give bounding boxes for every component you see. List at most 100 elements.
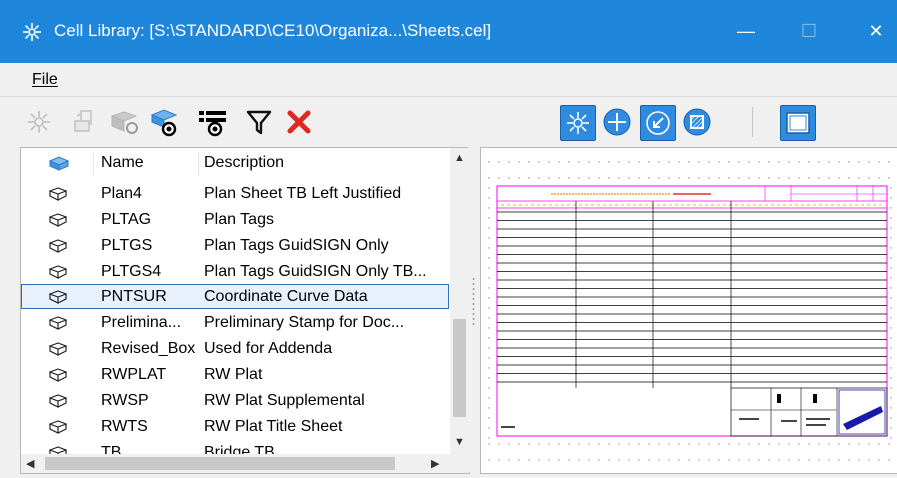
maximize-button[interactable]: ☐ (791, 14, 827, 48)
grid-dot (890, 427, 892, 429)
cell-icon (48, 368, 68, 382)
grid-dot (890, 237, 892, 239)
cell-icon (48, 213, 68, 227)
place-cell-icon[interactable] (22, 105, 56, 139)
cell-name: Prelimina... (101, 314, 182, 331)
list-item[interactable]: Revised_Box Used for Addenda (21, 336, 449, 362)
scroll-right-arrow-icon[interactable]: ▶ (431, 457, 439, 470)
column-separator[interactable] (93, 152, 94, 176)
cell-name: PLTAG (101, 211, 152, 228)
cell-description: Used for Addenda (204, 340, 333, 357)
grid-dot (618, 459, 620, 461)
list-item[interactable]: RWSP RW Plat Supplemental (21, 388, 449, 414)
grid-dot (888, 161, 890, 163)
active-pattern-icon[interactable] (680, 105, 714, 139)
menu-file[interactable]: File (32, 71, 58, 89)
list-item-selected[interactable]: PNTSUR Coordinate Curve Data (21, 284, 449, 309)
grid-dot (608, 177, 610, 179)
grid-dot (488, 347, 490, 349)
grid-dot (890, 277, 892, 279)
active-placement-icon[interactable] (560, 105, 596, 141)
vertical-scroll-thumb[interactable] (453, 319, 466, 417)
pane-splitter[interactable] (468, 147, 479, 472)
grid-dot (578, 459, 580, 461)
grid-dot (568, 177, 570, 179)
list-item[interactable]: Plan4 Plan Sheet TB Left Justified (21, 181, 449, 207)
grid-dot (768, 177, 770, 179)
column-header-description[interactable]: Description (204, 154, 284, 172)
grid-dot (598, 177, 600, 179)
list-item[interactable]: Prelimina... Preliminary Stamp for Doc..… (21, 310, 449, 336)
grid-dot (858, 177, 860, 179)
column-separator[interactable] (198, 152, 199, 176)
preview-panel-icon[interactable] (780, 105, 816, 141)
active-terminator-icon[interactable] (640, 105, 676, 141)
cell-name: RWPLAT (101, 366, 167, 383)
grid-dot (890, 397, 892, 399)
grid-dot (488, 197, 490, 199)
cell-list[interactable]: Name Description Plan4 Plan Sheet TB Lef… (20, 147, 470, 474)
cell-icon (48, 342, 68, 356)
grid-dot (688, 459, 690, 461)
grid-dot (548, 459, 550, 461)
grid-dot (890, 317, 892, 319)
close-button[interactable]: ✕ (858, 14, 894, 48)
grid-dot (488, 297, 490, 299)
grid-dot (518, 443, 520, 445)
show-display-icon[interactable] (148, 105, 182, 139)
grid-dot (838, 443, 840, 445)
grid-dot (608, 161, 610, 163)
grid-dot (828, 177, 830, 179)
grid-dot (858, 161, 860, 163)
filter-icon[interactable] (242, 105, 276, 139)
vertical-scrollbar[interactable]: ▲ ▼ (450, 148, 469, 454)
grid-dot (588, 459, 590, 461)
grid-dot (748, 177, 750, 179)
grid-dot (598, 161, 600, 163)
grid-dot (890, 417, 892, 419)
grid-dot (698, 443, 700, 445)
grid-dot (890, 357, 892, 359)
list-header: Name Description (21, 148, 449, 178)
horizontal-scroll-thumb[interactable] (45, 457, 395, 470)
grid-dot (528, 177, 530, 179)
list-item[interactable]: RWTS RW Plat Title Sheet (21, 414, 449, 440)
grid-dot (638, 177, 640, 179)
grid-dot (618, 177, 620, 179)
grid-dot (718, 177, 720, 179)
list-item[interactable]: RWPLAT RW Plat (21, 362, 449, 388)
delete-icon[interactable] (282, 105, 316, 139)
grid-dot (878, 459, 880, 461)
list-item[interactable]: PLTGS Plan Tags GuidSIGN Only (21, 233, 449, 259)
list-item[interactable]: PLTGS4 Plan Tags GuidSIGN Only TB... (21, 259, 449, 285)
share-cell-icon[interactable] (108, 105, 142, 139)
grid-dot (728, 161, 730, 163)
grid-dot (848, 161, 850, 163)
grid-dot (890, 337, 892, 339)
create-cell-icon[interactable] (68, 105, 102, 139)
grid-dot (488, 337, 490, 339)
grid-dot (668, 443, 670, 445)
grid-dot (488, 217, 490, 219)
scroll-down-arrow-icon[interactable]: ▼ (454, 436, 465, 448)
grid-dot (648, 161, 650, 163)
scroll-up-arrow-icon[interactable]: ▲ (454, 152, 465, 164)
grid-dot (708, 177, 710, 179)
toolbar (0, 96, 897, 149)
list-item[interactable]: PLTAG Plan Tags (21, 207, 449, 233)
grid-dot (488, 407, 490, 409)
display-options-icon[interactable] (196, 105, 230, 139)
column-header-name[interactable]: Name (101, 154, 144, 172)
column-header-icon[interactable] (48, 156, 70, 177)
scroll-left-arrow-icon[interactable]: ◀ (26, 457, 34, 470)
minimize-button[interactable]: — (728, 14, 764, 48)
grid-dot (628, 161, 630, 163)
horizontal-scrollbar[interactable]: ◀ ▶ (21, 454, 469, 473)
grid-dot (890, 227, 892, 229)
grid-dot (868, 161, 870, 163)
grid-dot (498, 177, 500, 179)
grid-dot (888, 177, 890, 179)
grid-dot (738, 459, 740, 461)
grid-dot (488, 237, 490, 239)
active-point-icon[interactable] (600, 105, 634, 139)
